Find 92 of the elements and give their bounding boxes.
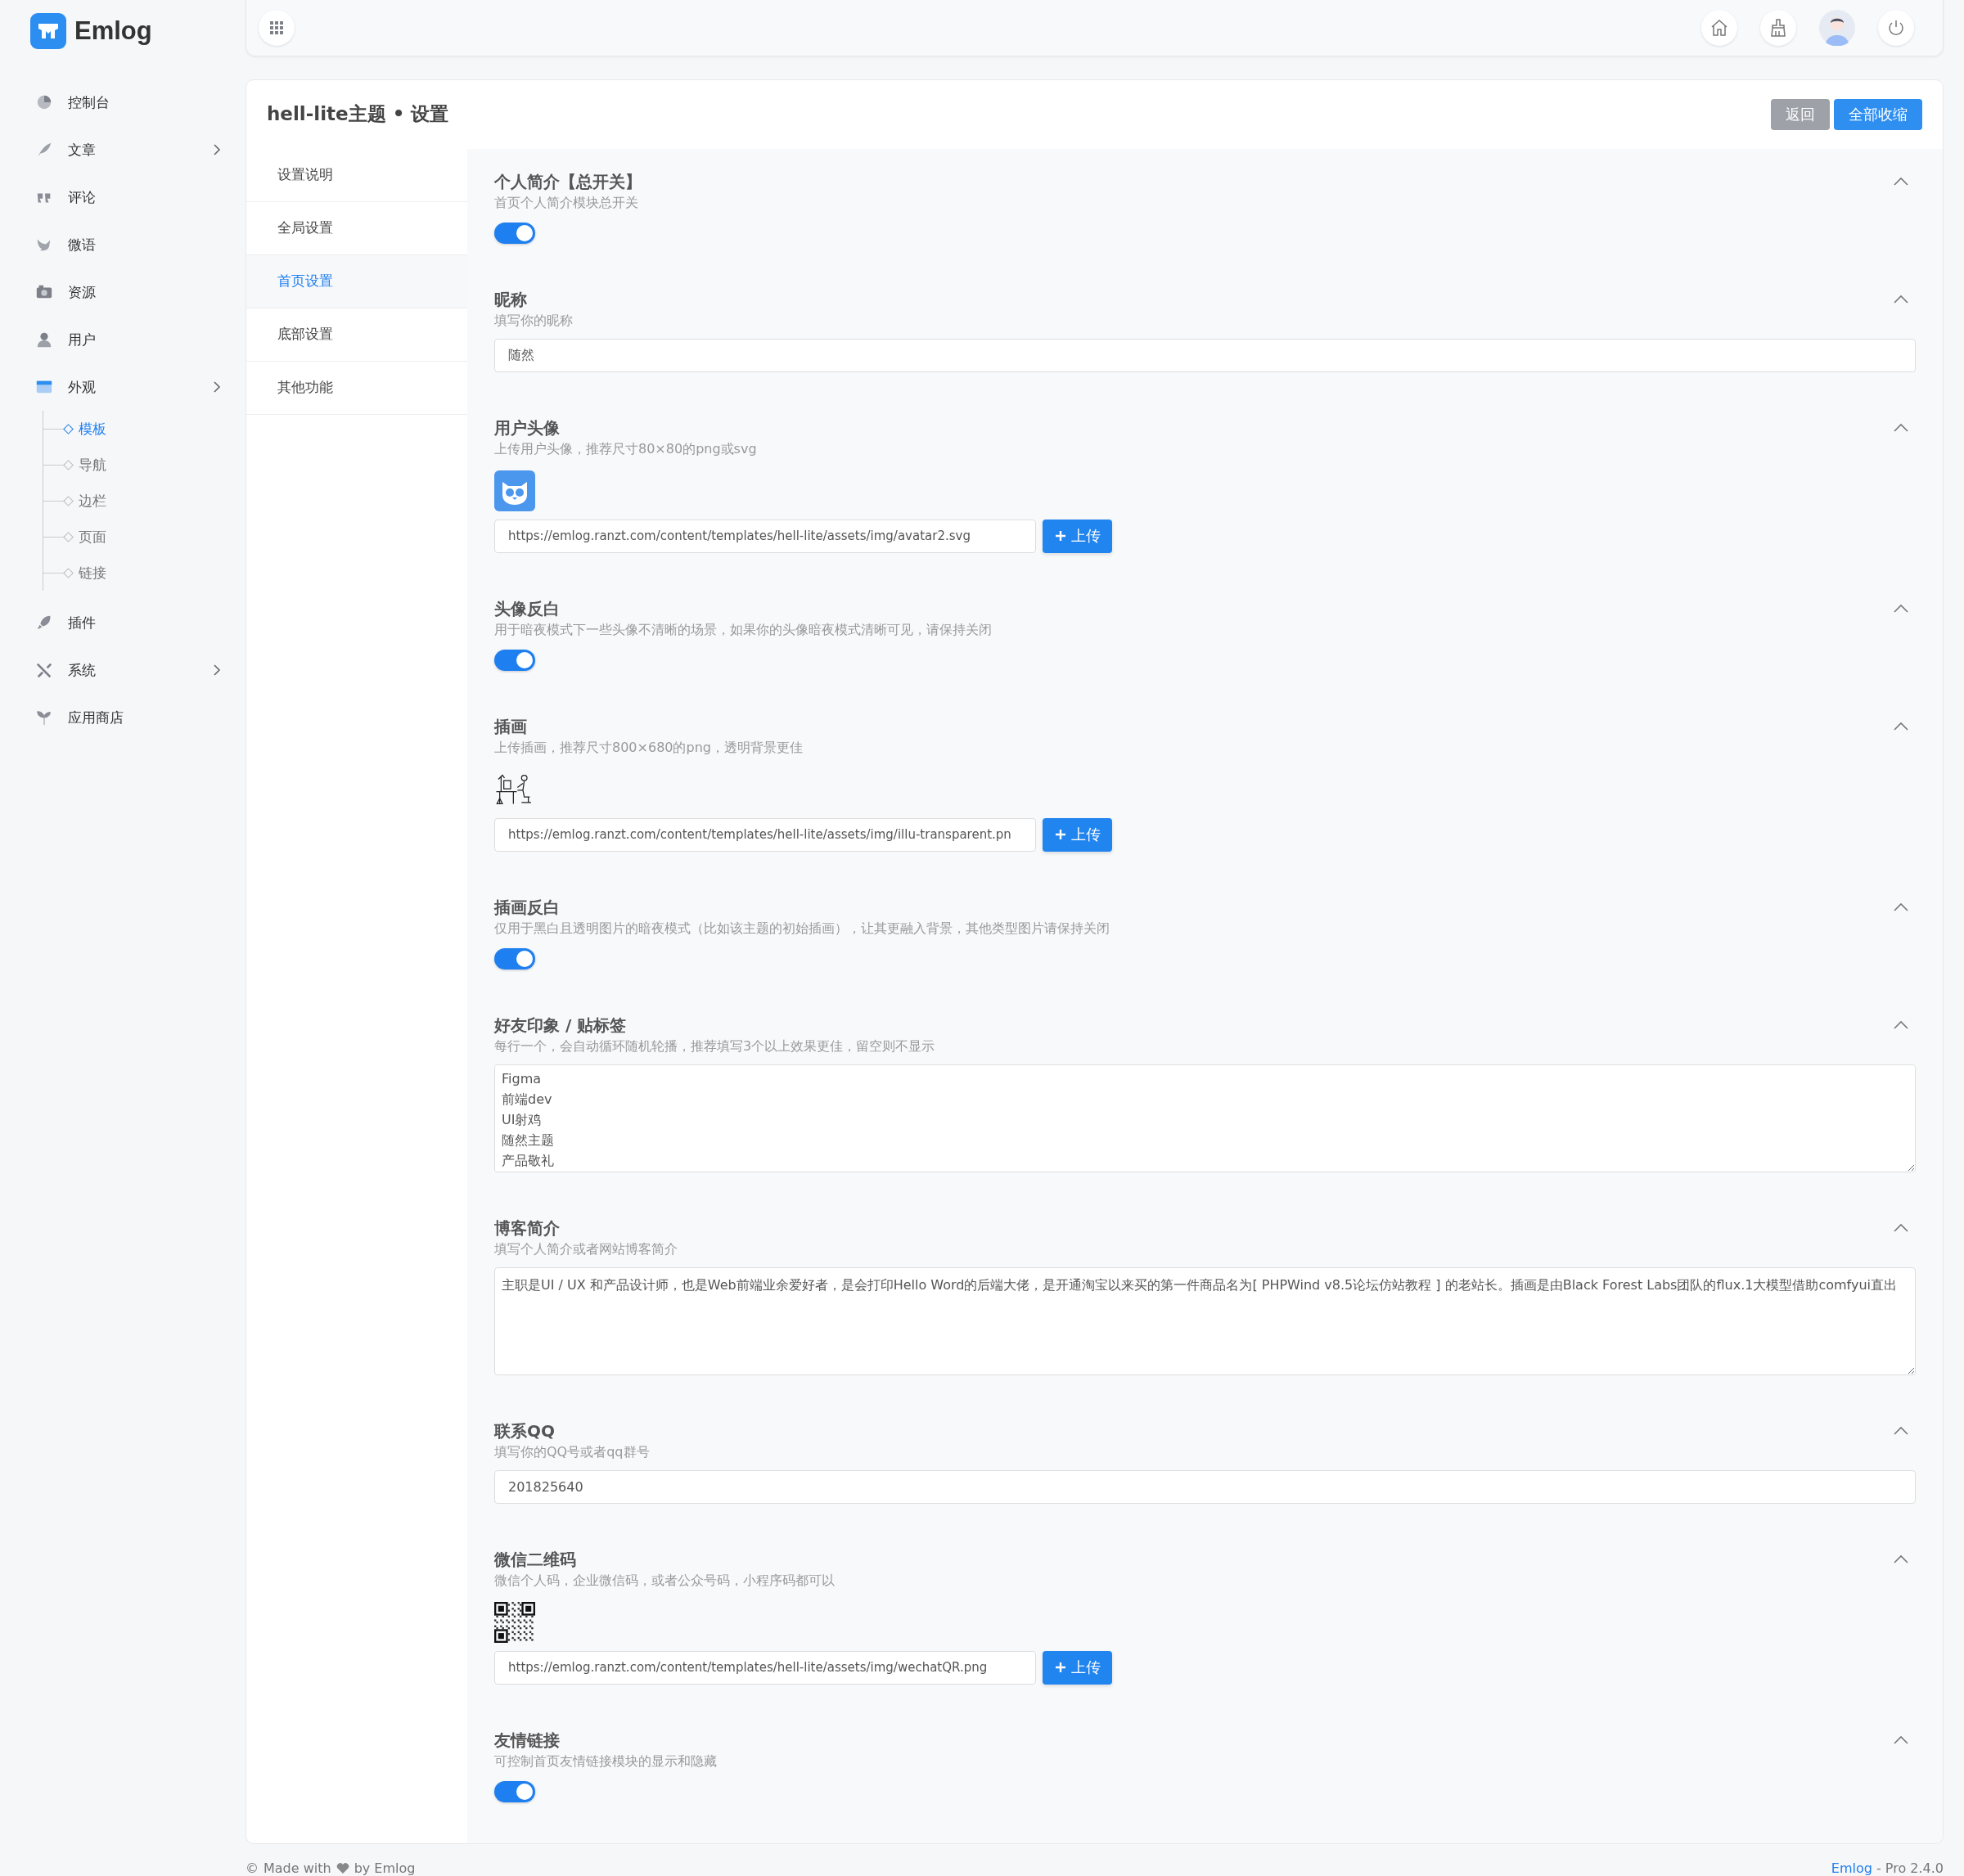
broom-icon	[1768, 17, 1788, 38]
section-description: 每行一个，会自动循环随机轮播，推荐填写3个以上效果更佳，留空则不显示	[494, 1037, 935, 1055]
tools-icon	[35, 661, 53, 679]
logo-icon	[30, 13, 66, 49]
by-text: by Emlog	[354, 1860, 416, 1876]
toggle-switch[interactable]	[494, 947, 535, 969]
section-description: 首页个人简介模块总开关	[494, 193, 639, 212]
nav-item[interactable]: 评论	[0, 173, 246, 221]
chevron-up-icon[interactable]	[1893, 603, 1909, 614]
url-field[interactable]: https://emlog.ranzt.com/content/templates/hell-lite/assets/img/wechatQR.png	[494, 1650, 1036, 1685]
chevron-up-icon[interactable]	[1893, 1019, 1909, 1030]
section-title: 友情链接	[494, 1729, 561, 1752]
plus-icon	[1054, 1661, 1067, 1675]
page-title: hell-lite主题 • 设置	[267, 102, 449, 127]
submenu-item[interactable]: 边栏	[43, 483, 246, 519]
toggle-switch[interactable]	[494, 649, 535, 671]
chevron-up-icon[interactable]	[1893, 721, 1909, 731]
nav-item[interactable]: 外观	[0, 363, 246, 411]
chevron-right-icon	[213, 664, 221, 677]
text-field[interactable]: 201825640	[494, 1469, 1916, 1504]
section-title: 好友印象 / 贴标签	[494, 1014, 628, 1037]
chevron-up-icon[interactable]	[1893, 176, 1909, 187]
chevron-up-icon[interactable]	[1893, 902, 1909, 912]
section-description: 填写你的昵称	[494, 311, 573, 330]
section-description: 用于暗夜模式下一些头像不清晰的场景，如果你的头像暗夜模式清晰可见，请保持关闭	[494, 620, 992, 639]
sprout-icon	[35, 709, 53, 727]
section-description: 填写你的QQ号或者qq群号	[494, 1442, 650, 1461]
toggle-switch[interactable]	[494, 1780, 535, 1802]
textarea-field[interactable]: 主职是UI / UX 和产品设计师，也是Web前端业余爱好者，是会打印Hello Word的后端大佬，是开通淘宝以来买的第一件商品名为[ PHPWind v8.5论坛仿站教程 ] 的老站长。插画是由Black Forest Labs团队的flux.1大模型借助comfyui直出	[494, 1266, 1916, 1375]
owl-icon	[494, 470, 535, 511]
pie-chart-icon	[35, 93, 53, 111]
upload-button[interactable]: 上传	[1043, 519, 1112, 553]
section-description: 微信个人码，企业微信码，或者公众号码，小程序码都可以	[494, 1571, 835, 1590]
nav-item[interactable]: 插件	[0, 599, 246, 646]
chevron-up-icon[interactable]	[1893, 294, 1909, 304]
heart-icon	[336, 1862, 349, 1874]
upload-button[interactable]: 上传	[1043, 1650, 1112, 1685]
section-title: 昵称	[494, 288, 528, 311]
submenu-item[interactable]: 导航	[43, 447, 246, 483]
nav-item[interactable]: 系统	[0, 646, 246, 694]
emlog-link[interactable]: Emlog	[1831, 1860, 1872, 1876]
chevron-up-icon[interactable]	[1893, 422, 1909, 433]
grid-icon	[269, 20, 284, 35]
home-icon	[1709, 17, 1729, 38]
url-field[interactable]: https://emlog.ranzt.com/content/templates/hell-lite/assets/img/illu-transparent.pn	[494, 817, 1036, 852]
chevron-right-icon	[213, 143, 221, 156]
home-button[interactable]	[1701, 9, 1737, 46]
chevron-up-icon[interactable]	[1893, 1554, 1909, 1564]
nav-item[interactable]: 资源	[0, 268, 246, 316]
section-title: 插画反白	[494, 896, 561, 919]
section-title: 插画	[494, 715, 528, 738]
nav-item[interactable]: 用户	[0, 316, 246, 363]
section-title: 个人简介【总开关】	[494, 170, 642, 193]
url-field[interactable]: https://emlog.ranzt.com/content/templates/hell-lite/assets/img/avatar2.svg	[494, 519, 1036, 553]
upload-button[interactable]: 上传	[1043, 817, 1112, 852]
nav-item[interactable]: 应用商店	[0, 694, 246, 741]
broom-button[interactable]	[1760, 9, 1796, 46]
textarea-field[interactable]: Figma 前端dev UI射鸡 随然主题 产品敬礼	[494, 1064, 1916, 1172]
apps-grid-button[interactable]	[259, 9, 295, 46]
section-description: 上传用户头像，推荐尺寸80×80的png或svg	[494, 439, 757, 458]
section-title: 联系QQ	[494, 1419, 556, 1442]
section-title: 博客简介	[494, 1217, 561, 1239]
chevron-right-icon	[213, 380, 221, 394]
qr-code-icon	[494, 1601, 535, 1643]
nav-item[interactable]: 微语	[0, 221, 246, 268]
chevron-up-icon[interactable]	[1893, 1425, 1909, 1436]
brand-name: Emlog	[74, 16, 152, 46]
text-field[interactable]: 随然	[494, 338, 1916, 372]
section-description: 填写个人简介或者网站博客简介	[494, 1239, 678, 1258]
section-description: 仅用于黑白且透明图片的暗夜模式（比如该主题的初始插画），让其更融入背景，其他类型图片请保持关闭	[494, 919, 1110, 938]
avatar-icon[interactable]	[1819, 9, 1855, 46]
section-title: 用户头像	[494, 416, 561, 439]
copyright-text: ©	[246, 1860, 259, 1876]
chevron-up-icon[interactable]	[1893, 1222, 1909, 1233]
nav-item[interactable]: 控制台	[0, 79, 246, 126]
section-title: 微信二维码	[494, 1548, 577, 1571]
settings-tab[interactable]: 首页设置	[246, 254, 467, 308]
plus-icon	[1054, 529, 1067, 543]
power-button[interactable]	[1878, 9, 1914, 46]
chevron-up-icon[interactable]	[1893, 1734, 1909, 1745]
section-description: 可控制首页友情链接模块的显示和隐藏	[494, 1752, 717, 1770]
submenu-item[interactable]: 页面	[43, 519, 246, 555]
section-title: 头像反白	[494, 597, 561, 620]
made-with-text: Made with	[264, 1860, 331, 1876]
submenu-item[interactable]: 链接	[43, 555, 246, 591]
toggle-switch[interactable]	[494, 222, 535, 244]
plus-icon	[1054, 828, 1067, 842]
section-description: 上传插画，推荐尺寸800×680的png，透明背景更佳	[494, 738, 803, 757]
user-icon	[35, 331, 53, 349]
version-text: - Pro 2.4.0	[1876, 1860, 1944, 1876]
submenu-item[interactable]: 模板	[43, 411, 246, 447]
nav-item[interactable]: 文章	[0, 126, 246, 173]
